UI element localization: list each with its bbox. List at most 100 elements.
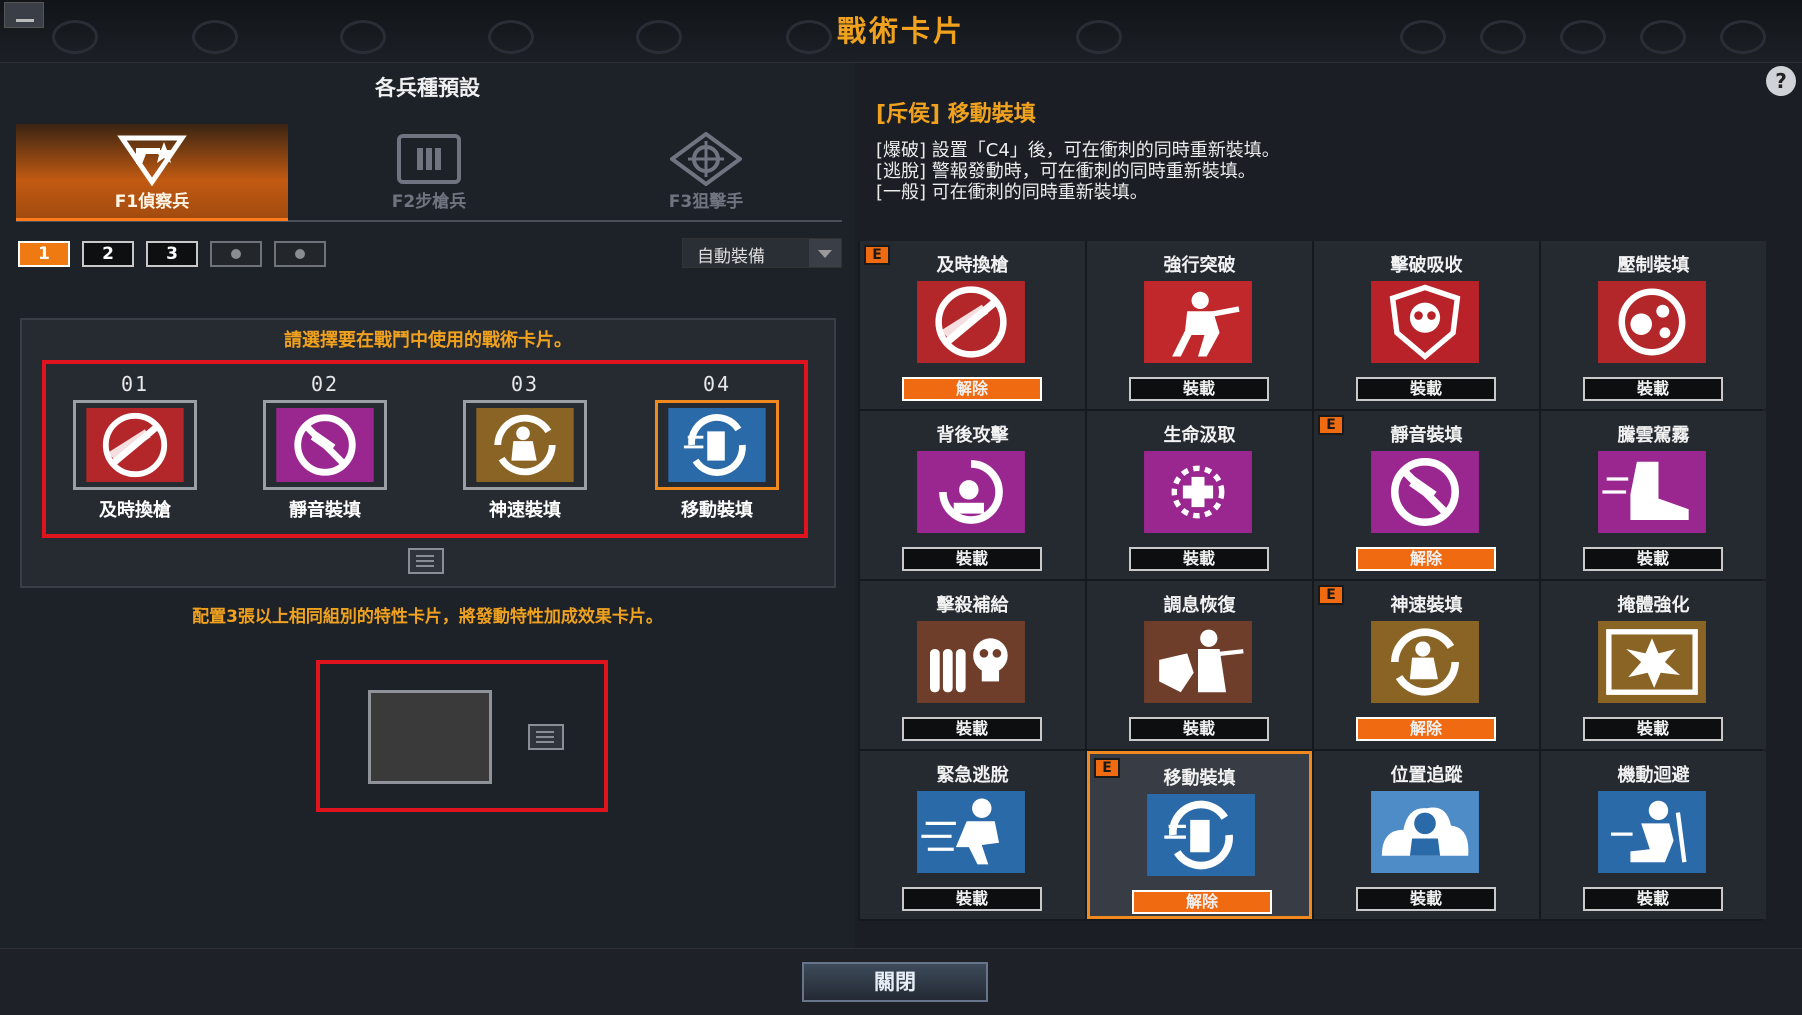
kill-absorb-icon	[1371, 281, 1479, 363]
card-slot-03[interactable]: 03 神速裝填	[460, 372, 590, 522]
move-reload-icon	[668, 408, 766, 482]
card-name: 機動迴避	[1617, 765, 1690, 786]
preset-2-button[interactable]: 2	[82, 241, 134, 267]
card-boot[interactable]: 騰雲駕霧 裝載	[1541, 411, 1766, 579]
equip-button[interactable]: 裝載	[1583, 717, 1723, 741]
card-name: 位置追蹤	[1390, 765, 1463, 786]
slot-icon-frame	[463, 400, 587, 490]
preset-1-button[interactable]: 1	[18, 241, 70, 267]
tracking-icon	[1371, 791, 1479, 873]
silent-reload-icon	[1371, 451, 1479, 533]
equip-button[interactable]: 裝載	[902, 547, 1042, 571]
card-kill-supply[interactable]: 擊殺補給 裝載	[860, 581, 1085, 749]
card-name: 及時換槍	[936, 255, 1009, 276]
help-button[interactable]: ?	[1766, 66, 1796, 96]
equip-button[interactable]: 裝載	[1356, 377, 1496, 401]
card-name: 調息恢復	[1163, 595, 1236, 616]
card-back-attack[interactable]: 背後攻擊 裝載	[860, 411, 1085, 579]
card-detail-line: [一般] 可在衝刺的同時重新裝填。	[876, 182, 1148, 203]
sniper-icon	[670, 132, 742, 186]
silent-reload-icon	[276, 408, 374, 482]
back-attack-icon	[917, 451, 1025, 533]
equip-button[interactable]: 裝載	[1583, 887, 1723, 911]
equip-button[interactable]: 裝載	[902, 717, 1042, 741]
tab-scout[interactable]: F1偵察兵	[16, 124, 288, 221]
preset-locked-button[interactable]	[210, 241, 262, 267]
card-name: 強行突破	[1163, 255, 1236, 276]
recovery-icon	[1144, 621, 1252, 703]
preset-locked-button[interactable]	[274, 241, 326, 267]
kill-supply-icon	[917, 621, 1025, 703]
unequip-button[interactable]: 解除	[1132, 890, 1272, 914]
card-cover-boost[interactable]: 掩體強化 裝載	[1541, 581, 1766, 749]
class-tabs: F1偵察兵 F2步槍兵 F3狙擊手	[16, 124, 842, 222]
card-breakthrough[interactable]: 強行突破 裝載	[1087, 241, 1312, 409]
card-name: 擊殺補給	[936, 595, 1009, 616]
quick-swap-icon	[917, 281, 1025, 363]
tab-rifleman[interactable]: F2步槍兵	[293, 124, 565, 218]
slot-number: 04	[702, 372, 732, 396]
equip-button[interactable]: 裝載	[1129, 717, 1269, 741]
boot-icon	[1598, 451, 1706, 533]
card-slot-02[interactable]: 02 靜音裝填	[260, 372, 390, 522]
card-suppress-reload[interactable]: 壓制裝填 裝載	[1541, 241, 1766, 409]
slot-number: 01	[120, 372, 150, 396]
auto-equip-label: 自動裝備	[697, 247, 765, 267]
equip-button[interactable]: 裝載	[1583, 377, 1723, 401]
lock-icon	[295, 249, 305, 259]
card-grid: E 及時換槍 解除 強行突破 裝載 擊破吸收 裝載 壓制裝填 裝載 背後攻擊 裝…	[858, 241, 1766, 921]
suppress-reload-icon	[1598, 281, 1706, 363]
card-slot-04[interactable]: 04 移動裝填	[652, 372, 782, 522]
card-name: 靜音裝填	[1390, 425, 1463, 446]
slot-icon-frame	[263, 400, 387, 490]
card-slot-01[interactable]: 01 及時換槍	[70, 372, 200, 522]
evade-icon	[1598, 791, 1706, 873]
speed-reload-icon	[1371, 621, 1479, 703]
bonus-info-icon[interactable]	[528, 724, 564, 750]
life-drain-icon	[1144, 451, 1252, 533]
unequip-button[interactable]: 解除	[902, 377, 1042, 401]
card-move-reload[interactable]: E 移動裝填 解除	[1087, 751, 1312, 919]
slot-label: 及時換槍	[99, 500, 171, 521]
card-life-drain[interactable]: 生命汲取 裝載	[1087, 411, 1312, 579]
preset-3-button[interactable]: 3	[146, 241, 198, 267]
bonus-hint: 配置3張以上相同組別的特性卡片，將發動特性加成效果卡片。	[192, 607, 663, 627]
card-speed-reload[interactable]: E 神速裝填 解除	[1314, 581, 1539, 749]
top-bar: 戰術卡片	[0, 0, 1802, 63]
escape-icon	[917, 791, 1025, 873]
card-recovery[interactable]: 調息恢復 裝載	[1087, 581, 1312, 749]
equip-button[interactable]: 裝載	[1356, 887, 1496, 911]
card-escape[interactable]: 緊急逃脫 裝載	[860, 751, 1085, 919]
slot-hint: 請選擇要在戰鬥中使用的戰術卡片。	[284, 330, 572, 351]
card-name: 移動裝填	[1163, 768, 1236, 789]
scout-icon	[117, 135, 187, 186]
card-kill-absorb[interactable]: 擊破吸收 裝載	[1314, 241, 1539, 409]
card-silent-reload[interactable]: E 靜音裝填 解除	[1314, 411, 1539, 579]
tab-sniper[interactable]: F3狙擊手	[570, 124, 842, 218]
equip-button[interactable]: 裝載	[1129, 547, 1269, 571]
card-quick-swap[interactable]: E 及時換槍 解除	[860, 241, 1085, 409]
slot-number: 03	[510, 372, 540, 396]
bonus-card-slot[interactable]	[368, 690, 492, 784]
equip-button[interactable]: 裝載	[1583, 547, 1723, 571]
tab-label: F2步槍兵	[391, 192, 467, 212]
card-info-icon[interactable]	[408, 548, 444, 574]
card-tracking[interactable]: 位置追蹤 裝載	[1314, 751, 1539, 919]
unequip-button[interactable]: 解除	[1356, 547, 1496, 571]
move-reload-icon	[1147, 794, 1255, 876]
card-evade[interactable]: 機動迴避 裝載	[1541, 751, 1766, 919]
unequip-button[interactable]: 解除	[1356, 717, 1496, 741]
close-button[interactable]: 關閉	[802, 962, 988, 1002]
breakthrough-icon	[1144, 281, 1252, 363]
equip-button[interactable]: 裝載	[902, 887, 1042, 911]
slot-icon-frame	[73, 400, 197, 490]
slot-number: 02	[310, 372, 340, 396]
window-title: 戰術卡片	[836, 14, 965, 48]
speed-reload-icon	[476, 408, 574, 482]
chevron-down-icon[interactable]	[809, 239, 841, 267]
slot-icon-frame	[655, 400, 779, 490]
auto-equip-dropdown[interactable]: 自動裝備	[682, 238, 842, 268]
slot-label: 神速裝填	[489, 500, 561, 521]
card-name: 掩體強化	[1617, 595, 1690, 616]
equip-button[interactable]: 裝載	[1129, 377, 1269, 401]
